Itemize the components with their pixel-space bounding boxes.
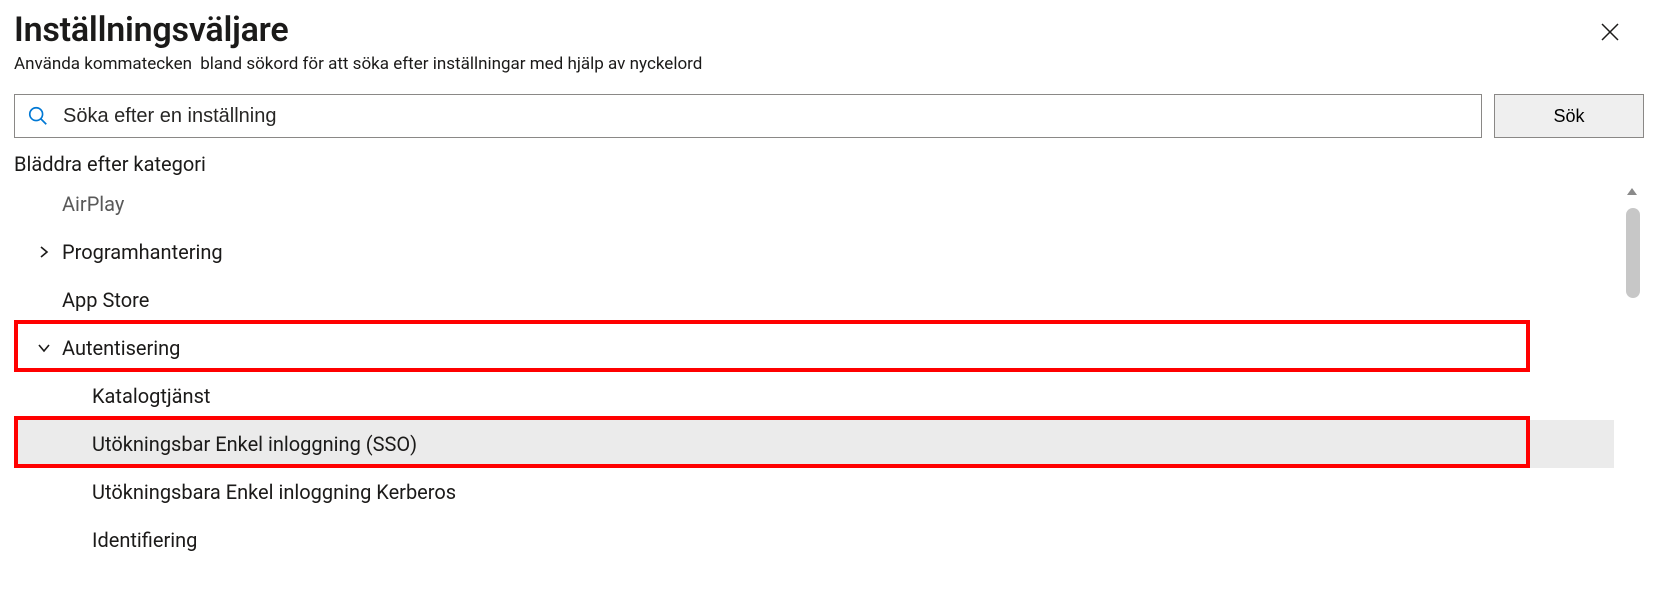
subtitle-part2: bland sökord för att söka efter inställn… bbox=[200, 54, 702, 74]
category-label: Katalogtjänst bbox=[92, 384, 210, 408]
category-label: Identifiering bbox=[92, 528, 197, 552]
chevron-right-icon bbox=[34, 242, 54, 262]
search-button[interactable]: Sök bbox=[1494, 94, 1644, 138]
chevron-down-icon bbox=[34, 338, 54, 358]
category-label: Utökningsbara Enkel inloggning Kerberos bbox=[92, 480, 456, 504]
category-label: Programhantering bbox=[62, 240, 223, 264]
category-programhantering[interactable]: Programhantering bbox=[14, 228, 1614, 276]
browse-by-category-label: Bläddra efter kategori bbox=[14, 152, 1644, 176]
scroll-thumb[interactable] bbox=[1626, 208, 1640, 298]
category-app-store[interactable]: App Store bbox=[14, 276, 1614, 324]
category-tree: AirPlay Programhantering App Store Auten… bbox=[14, 180, 1644, 564]
category-katalogtjanst[interactable]: Katalogtjänst bbox=[14, 372, 1614, 420]
search-icon bbox=[27, 105, 49, 127]
category-label: Utökningsbar Enkel inloggning (SSO) bbox=[92, 432, 417, 456]
search-input[interactable] bbox=[61, 104, 1469, 129]
category-sso[interactable]: Utökningsbar Enkel inloggning (SSO) bbox=[14, 420, 1614, 468]
category-sso-kerberos[interactable]: Utökningsbara Enkel inloggning Kerberos bbox=[14, 468, 1614, 516]
category-identifiering[interactable]: Identifiering bbox=[14, 516, 1614, 564]
subtitle-part1: Använda kommatecken bbox=[14, 54, 192, 74]
category-autentisering[interactable]: Autentisering bbox=[14, 324, 1614, 372]
page-title: Inställningsväljare bbox=[14, 10, 1644, 50]
page-subtitle: Använda kommatecken bland sökord för att… bbox=[14, 54, 1644, 74]
close-icon[interactable] bbox=[1598, 20, 1622, 44]
category-label: App Store bbox=[62, 288, 149, 312]
category-label: Autentisering bbox=[62, 336, 180, 360]
category-label: AirPlay bbox=[62, 192, 124, 216]
scroll-up-icon[interactable] bbox=[1620, 180, 1644, 204]
category-airplay[interactable]: AirPlay bbox=[14, 180, 1614, 228]
scrollbar[interactable] bbox=[1620, 180, 1644, 576]
search-box[interactable] bbox=[14, 94, 1482, 138]
